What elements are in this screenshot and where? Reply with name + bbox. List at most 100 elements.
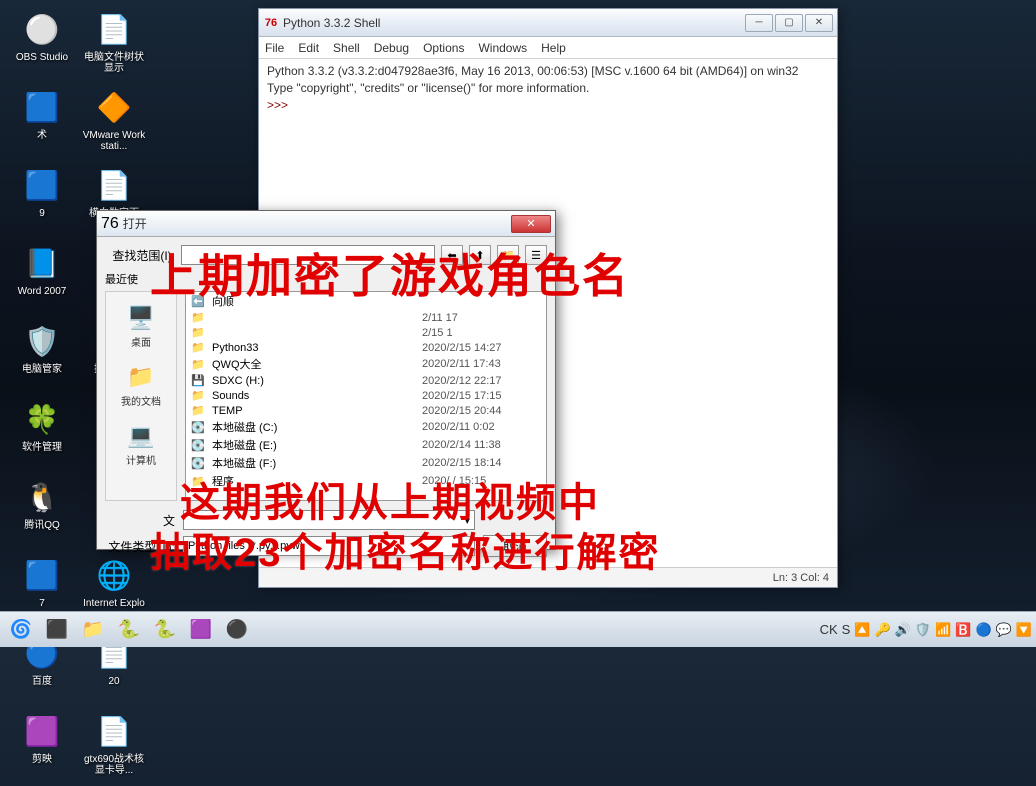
taskbar-app[interactable]: ⬛ [40, 616, 74, 644]
file-date: 2020/2/15 17:15 [422, 390, 542, 402]
tray-icon[interactable]: 📶 [935, 622, 951, 638]
python-titlebar[interactable]: 76 Python 3.3.2 Shell ─ ▢ ✕ [259, 9, 837, 37]
tray-icon[interactable]: 🔼 [854, 622, 870, 638]
tray-icon[interactable]: 💬 [996, 622, 1012, 638]
taskbar-app[interactable]: 🟪 [184, 616, 218, 644]
file-name: 本地磁盘 (C:) [212, 419, 416, 435]
desktop-icon[interactable]: ⚪OBS Studio [8, 8, 76, 84]
app-icon: 🟦 [21, 554, 63, 596]
taskbar-app[interactable]: ⚫ [220, 616, 254, 644]
menu-item[interactable]: Options [423, 41, 464, 55]
file-date: 2/15 1 [422, 327, 542, 339]
file-icon: 💾 [190, 374, 206, 387]
file-date: 2020/2/11 17:43 [422, 358, 542, 370]
file-row[interactable]: 📁2/15 1 [186, 325, 546, 340]
overlay-text-3: 抽取23个加密名称进行解密 [150, 520, 661, 578]
desktop-icon[interactable]: 🟦9 [8, 164, 76, 240]
desktop-icon[interactable]: 🟦术 [8, 86, 76, 162]
shell-line-1: Python 3.3.2 (v3.3.2:d047928ae3f6, May 1… [267, 64, 798, 78]
icon-label: 术 [37, 130, 47, 141]
taskbar-app[interactable]: 📁 [76, 616, 110, 644]
app-icon: 🐧 [21, 476, 63, 518]
maximize-button[interactable]: ▢ [775, 14, 803, 32]
place-icon: 🖥️ [125, 302, 157, 334]
place-item[interactable]: 📁我的文档 [106, 355, 176, 414]
app-icon: 🍀 [21, 398, 63, 440]
file-name: 本地磁盘 (E:) [212, 437, 416, 453]
python-icon: 76 [263, 15, 279, 31]
app-icon: 🔶 [93, 86, 135, 128]
desktop-icon[interactable]: 🟪剪映 [8, 710, 76, 786]
taskbar-app[interactable]: 🐍 [112, 616, 146, 644]
icon-label: 7 [39, 598, 45, 609]
icon-label: 20 [108, 676, 119, 687]
tray-icon[interactable]: 🅱️ [955, 622, 971, 638]
file-date: 2020/2/15 14:27 [422, 342, 542, 354]
app-icon: 📘 [21, 242, 63, 284]
desktop-icon[interactable]: 🐧腾讯QQ [8, 476, 76, 552]
minimize-button[interactable]: ─ [745, 14, 773, 32]
icon-label: VMware Workstati... [82, 130, 146, 152]
file-row[interactable]: 📁Python332020/2/15 14:27 [186, 340, 546, 355]
file-date: 2020/2/15 20:44 [422, 405, 542, 417]
file-icon: 📁 [190, 389, 206, 402]
menu-item[interactable]: Windows [478, 41, 527, 55]
file-row[interactable]: 📁2/11 17 [186, 310, 546, 325]
file-name: Python33 [212, 342, 416, 354]
desktop-icon[interactable]: 🍀软件管理 [8, 398, 76, 474]
file-icon: 📁 [190, 311, 206, 324]
dialog-icon: 76 [101, 215, 119, 233]
place-item[interactable]: 💻计算机 [106, 414, 176, 473]
tray-icon[interactable]: 🔊 [895, 622, 911, 638]
file-row[interactable]: 💾 SDXC (H:) 2020/2/12 22:17 [186, 373, 546, 388]
desktop-icon[interactable]: 🛡️ 电脑管家 [8, 320, 76, 396]
icon-label: 9 [39, 208, 45, 219]
file-name: SDXC (H:) [212, 375, 416, 387]
close-button[interactable]: ✕ [805, 14, 833, 32]
tray-icon[interactable]: 🔽 [1016, 622, 1032, 638]
app-icon: 📄 [93, 710, 135, 752]
file-row[interactable]: 📁 Sounds 2020/2/15 17:15 [186, 388, 546, 403]
icon-label: 电脑管家 [22, 364, 62, 375]
file-row[interactable]: 📁QWQ大全2020/2/11 17:43 [186, 355, 546, 373]
tray-icon[interactable]: CK [820, 622, 838, 637]
menu-item[interactable]: Debug [374, 41, 409, 55]
taskbar[interactable]: 🌀⬛📁🐍🐍🟪⚫ CKS🔼🔑🔊🛡️📶🅱️🔵💬🔽 [0, 611, 1036, 647]
place-label: 桌面 [131, 334, 151, 349]
desktop-icon[interactable]: 📄gtx690战术核显卡导... [80, 710, 148, 786]
tray-icon[interactable]: 🔑 [875, 622, 891, 638]
file-date: 2020/2/14 11:38 [422, 439, 542, 451]
overlay-text-1: 上期加密了游戏角色名 [150, 240, 630, 306]
icon-label: gtx690战术核显卡导... [82, 754, 146, 776]
icon-label: 百度 [32, 676, 52, 687]
taskbar-app[interactable]: 🐍 [148, 616, 182, 644]
menu-item[interactable]: Help [541, 41, 566, 55]
menu-item[interactable]: Shell [333, 41, 360, 55]
menu-item[interactable]: File [265, 41, 284, 55]
file-row[interactable]: 💽本地磁盘 (C:)2020/2/11 0:02 [186, 418, 546, 436]
tray-icon[interactable]: S [842, 622, 851, 637]
app-icon: 🛡️ [21, 320, 63, 362]
file-name: 本地磁盘 (F:) [212, 455, 416, 471]
file-row[interactable]: 💽 本地磁盘 (E:) 2020/2/14 11:38 [186, 436, 546, 454]
file-date: 2020/2/12 22:17 [422, 375, 542, 387]
file-row[interactable]: 📁TEMP2020/2/15 20:44 [186, 403, 546, 418]
menu-item[interactable]: Edit [298, 41, 319, 55]
app-icon: 📄 [93, 8, 135, 50]
place-label: 计算机 [126, 452, 156, 467]
file-icon: 💽 [190, 439, 206, 452]
dialog-close-button[interactable]: ✕ [511, 215, 551, 233]
tray-icon[interactable]: 🛡️ [915, 622, 931, 638]
app-icon: 🟦 [21, 164, 63, 206]
desktop-icon[interactable]: 📘Word 2007 [8, 242, 76, 318]
taskbar-app[interactable]: 🌀 [4, 616, 38, 644]
file-date: 2020/2/15 18:14 [422, 457, 542, 469]
desktop-icon[interactable]: 🔶VMware Workstati... [80, 86, 148, 162]
dialog-title: 打开 [123, 215, 511, 232]
tray-icon[interactable]: 🔵 [975, 622, 991, 638]
dialog-titlebar[interactable]: 76 打开 ✕ [97, 211, 555, 237]
python-menubar[interactable]: File Edit Shell Debug Options Windows Help [259, 37, 837, 59]
file-name: Sounds [212, 390, 416, 402]
desktop-icon[interactable]: 📄电脑文件树状显示 [80, 8, 148, 84]
shell-prompt: >>> [267, 98, 291, 112]
